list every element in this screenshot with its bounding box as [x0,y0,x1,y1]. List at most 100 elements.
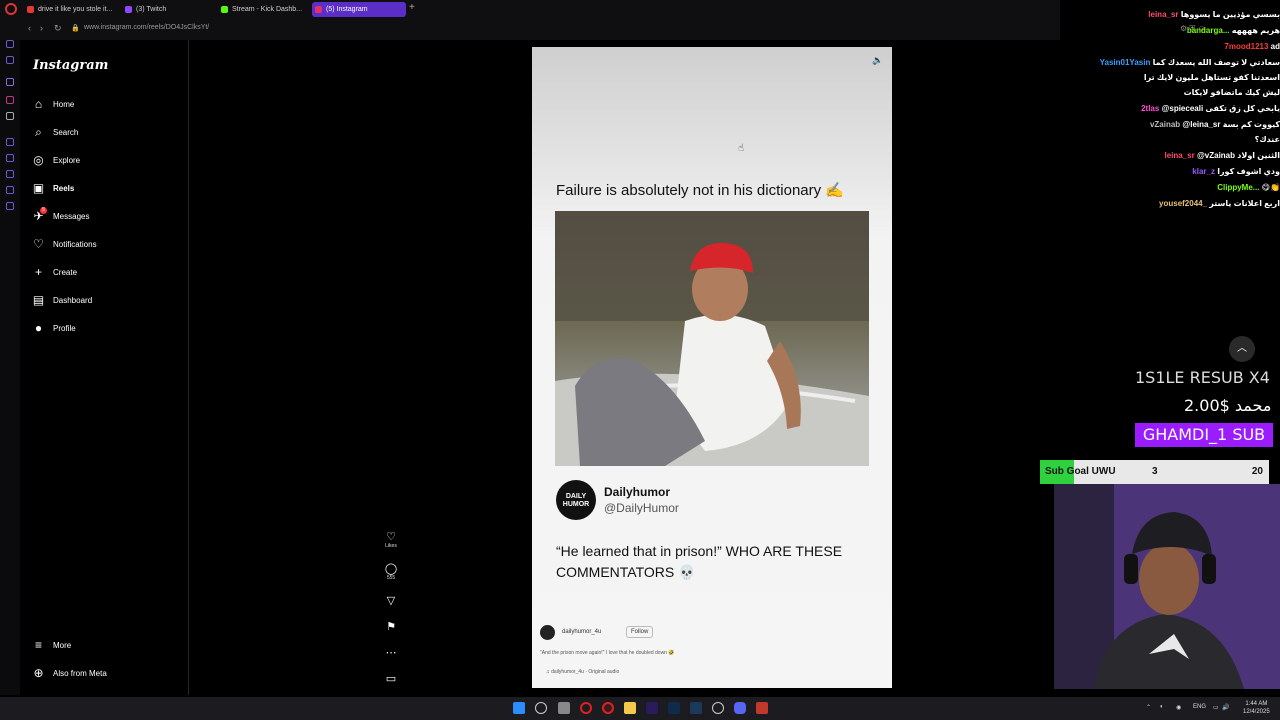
chat-message: leina_sr بسسي مؤذيين ما يسووها [1070,10,1280,19]
chat-text: ليش كيك ماتضافو لايكات [1183,88,1280,97]
obs-icon[interactable] [712,702,724,714]
tab-twitch[interactable]: (3) Twitch [122,2,212,17]
chat-username[interactable]: leina_sr [1165,151,1195,160]
chat-text: عندك؟ [1254,135,1280,144]
steam-icon[interactable] [690,702,702,714]
follow-button[interactable]: Follow [626,626,654,638]
clock[interactable]: 1:44 AM 12/4/2025 [1243,700,1270,716]
chat-text: اربع اعلانات ياستر [1209,199,1280,208]
tray-chevron-icon[interactable]: ⌃ [1146,704,1151,711]
sidebar-item-home[interactable]: ⌂ Home [32,97,182,115]
reel-audio-label[interactable]: ♫ dailyhumor_4u · Original audio [546,669,619,675]
sidebar-item-notifications[interactable]: ♡ Notifications [32,237,182,255]
chat-username[interactable]: bandarga... [1187,26,1230,35]
audio-thumb-button[interactable]: ▭ [373,672,409,685]
author-avatar[interactable] [540,625,555,640]
sidebar-app-icon[interactable] [6,170,14,178]
sidebar-app-icon[interactable] [6,154,14,162]
reload-icon[interactable]: ↻ [54,23,62,34]
more-button[interactable]: ⋯ [373,646,409,659]
mouse-cursor-icon: ☝ [738,143,745,154]
chat-username[interactable]: klar_z [1192,167,1215,176]
chat-message: klar_z ودي اشوف كورا [1070,167,1280,176]
sidebar-app-icon[interactable] [6,56,14,64]
sidebar-app-icon[interactable] [6,112,14,120]
sidebar-item-create[interactable]: + Create [32,265,182,283]
chat-username[interactable]: leina_sr [1148,10,1178,19]
chat-username[interactable]: Yasin01Yasin [1100,58,1151,67]
sidebar-item-messages[interactable]: ✈ 5 Messages [32,207,182,227]
save-button[interactable]: ⚑ [373,620,409,633]
sidebar-app-icon[interactable] [6,96,14,104]
app-icon[interactable] [756,702,768,714]
search-icon[interactable] [535,702,547,714]
sidebar-item-label: Messages [53,212,90,221]
reel-top-caption: Failure is absolutely not in his diction… [556,182,844,199]
sidebar-item-also-from-meta[interactable]: ⊕ Also from Meta [32,666,182,684]
task-view-icon[interactable] [558,702,570,714]
like-button[interactable]: ♡ Likes [373,530,409,549]
comment-button[interactable]: ◯ 555 [373,562,409,581]
sidebar-item-explore[interactable]: ◎ Explore [32,153,182,171]
browser-tab-bar: drive it like you stole it... (3) Twitch… [0,0,1060,18]
sidebar-app-icon[interactable] [6,202,14,210]
scroll-up-button[interactable]: ︿ [1229,336,1255,362]
chat-username[interactable]: yousef2044_ [1159,199,1207,208]
sub-goal-current: 3 [1152,466,1158,477]
opera-gx-icon[interactable] [580,702,592,714]
network-icon[interactable]: ▭ [1213,704,1219,711]
chat-username[interactable]: ClippyMe... [1217,183,1259,192]
action-count: Likes [385,543,397,549]
webcam-image [1054,484,1280,689]
chat-username[interactable]: vZainab [1150,120,1180,129]
new-tab-button[interactable]: + [409,2,415,13]
chat-text: ودي اشوف كورا [1217,167,1280,176]
forward-icon[interactable]: › [40,23,43,33]
file-explorer-icon[interactable] [624,702,636,714]
sidebar-item-label: Profile [53,324,76,333]
instagram-logo[interactable]: Instagram [33,58,108,73]
author-username[interactable]: dailyhumor_4u [562,629,601,635]
sidebar-item-dashboard[interactable]: ▤ Dashboard [32,293,182,311]
sidebar-app-icon[interactable] [6,186,14,194]
instagram-sidebar: Instagram ⌂ Home ⌕ Search ◎ Explore ▣ Reels ✈ 5 Me… [20,40,189,695]
start-icon[interactable] [513,702,525,714]
sidebar-app-icon[interactable] [6,40,14,48]
tab-instagram[interactable]: (5) Instagram [312,2,406,17]
sidebar-item-profile[interactable]: ● Profile [32,321,182,339]
sidebar-item-search[interactable]: ⌕ Search [32,125,182,143]
chat-text: 😋👏 [1261,183,1280,192]
chat-message: leina_sr @vZainab الثنين اولاد [1070,151,1280,160]
language-indicator[interactable]: ENG [1193,704,1206,710]
sidebar-app-icon[interactable] [6,138,14,146]
reel-video-frame[interactable] [555,211,869,466]
discord-icon[interactable] [734,702,746,714]
sidebar-item-more[interactable]: ≡ More [32,638,182,656]
reel-viewer[interactable]: 🔈 ☝ Failure is absolutely not in his dic… [532,47,892,688]
opera-logo-icon[interactable] [5,3,17,15]
sidebar-item-reels[interactable]: ▣ Reels [32,181,182,199]
opera-icon[interactable] [602,702,614,714]
quoted-post-text: “He learned that in prison!” WHO ARE THE… [556,543,843,580]
tray-icon[interactable]: ◉ [1176,704,1181,711]
premiere-icon[interactable] [646,702,658,714]
url-text[interactable]: www.instagram.com/reels/DO4JsClksYt/ [84,24,209,31]
tab-kick[interactable]: Stream - Kick Dashb... [218,2,306,17]
back-icon[interactable]: ‹ [28,23,31,33]
mute-icon[interactable]: 🔈 [872,55,884,67]
stream-chat-overlay: leina_sr بسسي مؤذيين ما يسووها bandarga..… [1058,0,1280,215]
share-button[interactable]: ▽ [373,594,409,607]
chat-username[interactable]: 7mood1213 [1224,42,1268,51]
photoshop-icon[interactable] [668,702,680,714]
reel-caption: "And the prison move again!" I love that… [540,650,675,656]
tab-youtube[interactable]: drive it like you stole it... [24,2,114,17]
sub-goal-label: Sub Goal UWU [1045,466,1116,477]
streamer-webcam [1054,484,1280,689]
tray-icon[interactable]: ◐ [1160,704,1164,710]
volume-icon[interactable]: 🔊 [1222,704,1229,711]
chat-text: @vZainab الثنين اولاد [1196,151,1280,160]
sidebar-app-icon[interactable] [6,78,14,86]
chat-username[interactable]: 2tlas [1141,104,1159,113]
menu-icon: ≡ [34,638,42,652]
donation-alert: محمد $2.00 [1184,396,1272,415]
